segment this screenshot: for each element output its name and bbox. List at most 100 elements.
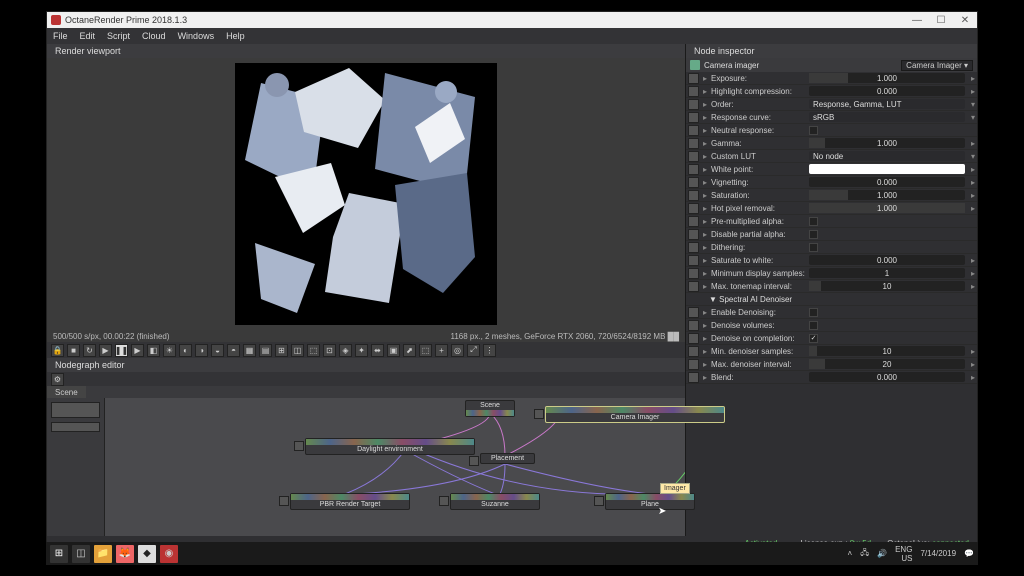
prop-icon[interactable] bbox=[688, 268, 699, 279]
link-icon[interactable]: ▸ bbox=[701, 126, 709, 135]
prop-icon[interactable] bbox=[688, 190, 699, 201]
node-suzanne[interactable]: Suzanne bbox=[450, 493, 540, 510]
chevron-right-icon[interactable]: ▸ bbox=[969, 204, 977, 213]
windows-taskbar[interactable]: ⊞ ◫ 📁 🦊 ◆ ◉ ˄ 🖧 🔊 ENG US 7/14/2019 💬 bbox=[46, 542, 978, 565]
prop-icon[interactable] bbox=[688, 320, 699, 331]
prop-checkbox[interactable] bbox=[809, 320, 973, 330]
prop-icon[interactable] bbox=[688, 151, 699, 162]
tray-notification-icon[interactable]: 💬 bbox=[964, 549, 974, 558]
link-icon[interactable]: ▸ bbox=[701, 165, 709, 174]
prop-slider[interactable]: 1 bbox=[809, 268, 965, 278]
chevron-down-icon[interactable]: ▾ bbox=[969, 100, 977, 109]
prop-icon[interactable] bbox=[688, 203, 699, 214]
prop-icon[interactable] bbox=[688, 86, 699, 97]
tool-icon[interactable]: ⬈ bbox=[403, 344, 416, 357]
link-icon[interactable]: ▸ bbox=[701, 230, 709, 239]
chevron-right-icon[interactable]: ▸ bbox=[969, 360, 977, 369]
menu-file[interactable]: File bbox=[53, 31, 68, 41]
prop-icon[interactable] bbox=[688, 125, 699, 136]
prop-slider[interactable]: 0.000 bbox=[809, 372, 965, 382]
tray-date[interactable]: 7/14/2019 bbox=[920, 549, 956, 558]
tool-icon[interactable]: ◈ bbox=[339, 344, 352, 357]
prop-color[interactable] bbox=[809, 164, 965, 174]
tool-icon[interactable]: ◓ bbox=[227, 344, 240, 357]
tray-volume-icon[interactable]: 🔊 bbox=[877, 549, 887, 558]
link-icon[interactable]: ▸ bbox=[701, 74, 709, 83]
prop-slider[interactable]: 1.000 bbox=[809, 73, 965, 83]
prop-icon[interactable] bbox=[688, 73, 699, 84]
prop-icon[interactable] bbox=[688, 255, 699, 266]
reload-button[interactable]: ↻ bbox=[83, 344, 96, 357]
chevron-down-icon[interactable]: ▾ bbox=[969, 152, 977, 161]
chevron-right-icon[interactable]: ▸ bbox=[969, 282, 977, 291]
node-daylight[interactable]: Daylight environment bbox=[305, 438, 475, 455]
tool-icon[interactable]: ▣ bbox=[387, 344, 400, 357]
link-icon[interactable]: ▸ bbox=[701, 269, 709, 278]
stop-button[interactable]: ■ bbox=[67, 344, 80, 357]
link-icon[interactable]: ▸ bbox=[701, 191, 709, 200]
link-icon[interactable]: ▸ bbox=[701, 87, 709, 96]
link-icon[interactable]: ▸ bbox=[701, 100, 709, 109]
prop-icon[interactable] bbox=[688, 112, 699, 123]
prop-icon[interactable] bbox=[688, 359, 699, 370]
ng-thumb[interactable] bbox=[51, 422, 100, 432]
link-icon[interactable]: ▸ bbox=[701, 204, 709, 213]
menu-help[interactable]: Help bbox=[226, 31, 245, 41]
chevron-right-icon[interactable]: ▸ bbox=[969, 178, 977, 187]
menu-script[interactable]: Script bbox=[107, 31, 130, 41]
expand-icon[interactable]: ⤢ bbox=[467, 344, 480, 357]
start-button[interactable]: ⊞ bbox=[50, 545, 68, 563]
link-icon[interactable]: ▸ bbox=[701, 256, 709, 265]
tab-scene[interactable]: Scene bbox=[47, 386, 86, 398]
prop-checkbox[interactable] bbox=[809, 229, 973, 239]
octane-icon[interactable]: ◉ bbox=[160, 545, 178, 563]
prop-icon[interactable] bbox=[688, 99, 699, 110]
prop-icon[interactable] bbox=[688, 138, 699, 149]
link-icon[interactable]: ▸ bbox=[701, 243, 709, 252]
link-icon[interactable]: ▸ bbox=[701, 347, 709, 356]
firefox-icon[interactable]: 🦊 bbox=[116, 545, 134, 563]
plus-icon[interactable]: + bbox=[435, 344, 448, 357]
menu-cloud[interactable]: Cloud bbox=[142, 31, 166, 41]
prop-checkbox[interactable] bbox=[809, 307, 973, 317]
tray-locale[interactable]: US bbox=[901, 554, 912, 563]
prop-select[interactable]: Response, Gamma, LUT bbox=[809, 99, 965, 109]
node-placement[interactable]: Placement bbox=[480, 453, 535, 464]
node-scene[interactable]: Scene bbox=[465, 400, 515, 417]
prop-checkbox[interactable] bbox=[809, 125, 973, 135]
prop-checkbox[interactable] bbox=[809, 216, 973, 226]
link-icon[interactable]: ▸ bbox=[701, 113, 709, 122]
link-icon[interactable]: ▸ bbox=[701, 139, 709, 148]
prop-slider[interactable]: 0.000 bbox=[809, 255, 965, 265]
target-icon[interactable]: ◎ bbox=[451, 344, 464, 357]
link-icon[interactable]: ▸ bbox=[701, 217, 709, 226]
node-render-target[interactable]: PBR Render Target bbox=[290, 493, 410, 510]
tool-icon[interactable]: ⬌ bbox=[371, 344, 384, 357]
prop-icon[interactable] bbox=[688, 177, 699, 188]
prop-icon[interactable] bbox=[688, 281, 699, 292]
prop-select[interactable]: No node bbox=[809, 151, 965, 161]
inspector-selector[interactable]: Camera Imager ▾ bbox=[901, 60, 973, 71]
nodegraph-canvas[interactable]: Scene Daylight environment Placement bbox=[105, 398, 685, 536]
tool-icon[interactable]: ▦ bbox=[243, 344, 256, 357]
tool-icon[interactable]: ◒ bbox=[211, 344, 224, 357]
link-icon[interactable]: ▸ bbox=[701, 360, 709, 369]
cube-icon[interactable]: ⬚ bbox=[419, 344, 432, 357]
play-button[interactable]: ▶ bbox=[99, 344, 112, 357]
prop-slider[interactable]: 1.000 bbox=[809, 203, 965, 213]
tool-icon[interactable]: ⊞ bbox=[275, 344, 288, 357]
chevron-down-icon[interactable]: ▾ bbox=[969, 113, 977, 122]
prop-icon[interactable] bbox=[688, 307, 699, 318]
prop-slider[interactable]: 1.000 bbox=[809, 138, 965, 148]
prop-icon[interactable] bbox=[688, 333, 699, 344]
tool-icon[interactable]: ◧ bbox=[147, 344, 160, 357]
link-icon[interactable]: ▸ bbox=[701, 308, 709, 317]
tool-icon[interactable]: ☀ bbox=[163, 344, 176, 357]
titlebar[interactable]: OctaneRender Prime 2018.1.3 — ☐ ✕ bbox=[47, 12, 977, 28]
chevron-right-icon[interactable]: ▸ bbox=[969, 139, 977, 148]
link-icon[interactable]: ▸ bbox=[701, 373, 709, 382]
menu-windows[interactable]: Windows bbox=[178, 31, 215, 41]
prop-icon[interactable] bbox=[688, 229, 699, 240]
tray-chevron-icon[interactable]: ˄ bbox=[848, 549, 853, 558]
prop-slider[interactable]: 20 bbox=[809, 359, 965, 369]
